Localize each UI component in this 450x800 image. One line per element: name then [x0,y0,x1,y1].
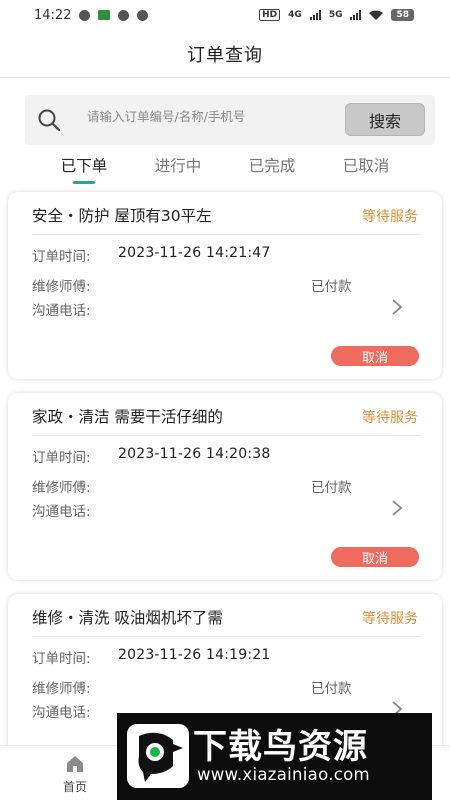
payment-status: 已付款 [311,279,352,295]
status-right: HD 4G 5G 58 [259,9,414,21]
phone-label: 沟通电话: [32,705,91,721]
card-divider [32,636,420,637]
home-icon [67,756,83,772]
payment-status: 已付款 [311,480,352,496]
technician-label: 维修师傅: [32,279,91,295]
signal-5g-label: 5G [328,10,343,20]
order-card[interactable]: 家政・清洁 需要干活仔细的 等待服务 订单时间: 2023-11-26 14:2… [8,393,442,580]
card-divider [32,435,420,436]
order-status: 等待服务 [362,410,418,426]
chevron-right-icon[interactable] [391,298,403,316]
home-tab-label: 首页 [62,780,87,794]
signal-bars-icon [309,10,321,20]
status-time: 14:22 [34,7,72,23]
wifi-icon [369,10,384,20]
cancel-order-button[interactable]: 取消 [331,547,419,567]
hd-icon: HD [259,9,281,21]
phone-label: 沟通电话: [32,504,91,520]
order-time-label: 订单时间: [32,249,91,265]
order-time-value: 2023-11-26 14:20:38 [118,446,271,462]
phone-label: 沟通电话: [32,303,91,319]
page-title: 订单查询 [0,30,450,78]
message-notification-icon [137,9,149,21]
watermark-url: www.xiazainiao.com [197,765,370,784]
tab-cancelled[interactable]: 已取消 [321,154,411,176]
chevron-right-icon[interactable] [391,499,403,517]
tab-home[interactable]: 首页 [45,752,105,795]
order-card[interactable]: 安全・防护 屋顶有30平左 等待服务 订单时间: 2023-11-26 14:2… [8,192,442,379]
search-button[interactable]: 搜索 [345,103,425,136]
signal-4g-label: 4G [288,10,302,20]
chat-notification-icon [79,9,91,21]
order-time-label: 订单时间: [32,450,91,466]
payment-status: 已付款 [311,681,352,697]
search-icon [38,109,61,132]
compass-notification-icon [118,9,130,21]
battery-indicator: 58 [391,9,414,21]
status-left: 14:22 [34,7,149,23]
order-status: 等待服务 [362,209,418,225]
tab-completed[interactable]: 已完成 [227,154,317,176]
search-bar: 搜索 [25,95,435,145]
order-status: 等待服务 [362,611,418,627]
order-title: 安全・防护 屋顶有30平左 [32,207,212,225]
card-divider [32,234,420,235]
technician-label: 维修师傅: [32,480,91,496]
watermark-title: 下载鸟资源 [193,727,368,767]
watermark-banner: 下载鸟资源 www.xiazainiao.com [117,713,432,800]
order-time-label: 订单时间: [32,651,91,667]
active-tab-indicator [73,181,95,184]
order-title: 维修・清洗 吸油烟机坏了需 [32,609,223,627]
status-bar: 14:22 HD 4G 5G 58 [0,0,450,30]
bird-logo-icon [127,724,189,788]
tab-in-progress[interactable]: 进行中 [133,154,223,176]
signal-bars-icon-2 [350,10,362,20]
order-time-value: 2023-11-26 14:21:47 [118,245,271,261]
technician-label: 维修师傅: [32,681,91,697]
order-time-value: 2023-11-26 14:19:21 [118,647,271,663]
order-tabs: 已下单 进行中 已完成 已取消 [0,150,450,190]
app-notification-icon [98,10,111,20]
tab-placed[interactable]: 已下单 [39,154,129,176]
cancel-order-button[interactable]: 取消 [331,346,419,366]
order-title: 家政・清洁 需要干活仔细的 [32,408,223,426]
search-input[interactable] [87,109,347,124]
